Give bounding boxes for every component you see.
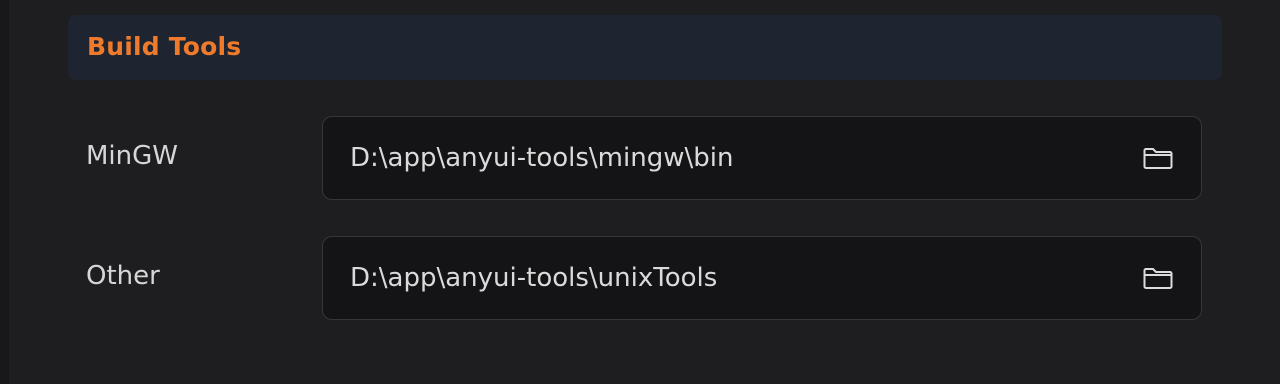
mingw-path-field[interactable]: D:\app\anyui-tools\mingw\bin (322, 116, 1202, 200)
folder-icon (1143, 148, 1173, 169)
other-path-field[interactable]: D:\app\anyui-tools\unixTools (322, 236, 1202, 320)
other-label: Other (86, 261, 160, 291)
window-edge (0, 0, 9, 384)
other-browse-button[interactable] (1141, 261, 1175, 295)
settings-page: Build Tools MinGW D:\app\anyui-tools\min… (0, 0, 1280, 384)
section-header: Build Tools (68, 15, 1222, 80)
mingw-path-value[interactable]: D:\app\anyui-tools\mingw\bin (350, 143, 1141, 173)
other-path-value[interactable]: D:\app\anyui-tools\unixTools (350, 263, 1141, 293)
mingw-label: MinGW (86, 141, 178, 171)
folder-icon (1143, 268, 1173, 289)
section-title: Build Tools (87, 31, 242, 61)
mingw-browse-button[interactable] (1141, 141, 1175, 175)
